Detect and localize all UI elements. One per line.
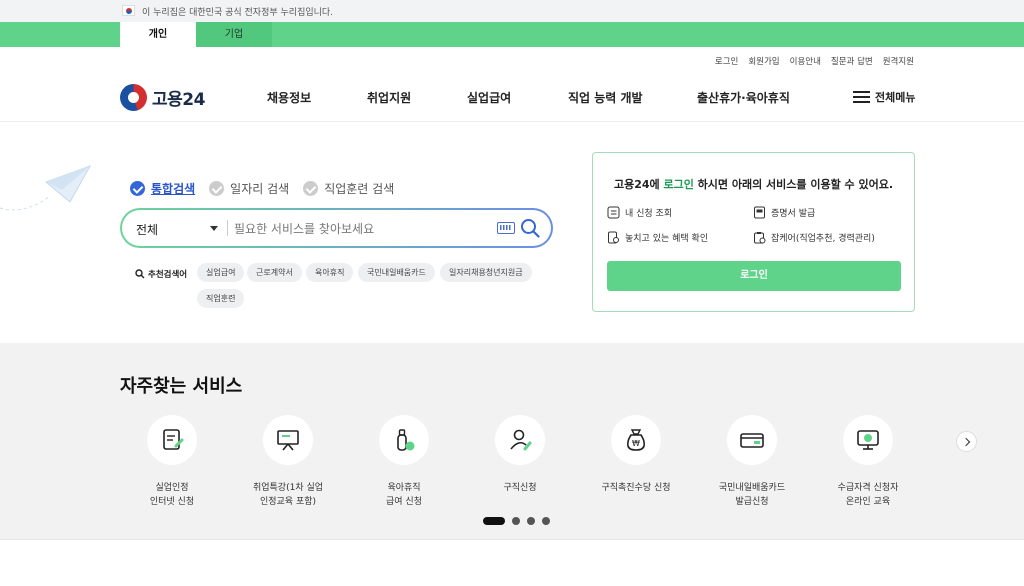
tab-integrated-search[interactable]: 통합검색 (130, 180, 195, 197)
benefit-check-link[interactable]: 놓치고 있는 혜택 확인 (607, 231, 708, 244)
keyword-chip[interactable]: 직업훈련 (197, 289, 245, 308)
paper-plane-icon (0, 165, 92, 211)
page-dot[interactable] (542, 517, 550, 525)
utility-links: 로그인 회원가입 이용안내 질문과 답변 원격지원 (715, 55, 914, 67)
logo-text: 고용24 (152, 90, 205, 110)
login-panel: 고용24에 로그인 하시면 아래의 서비스를 이용할 수 있어요. 내 신청 조… (592, 152, 915, 312)
certificate-icon (754, 206, 765, 219)
nav-jobs[interactable]: 채용정보 (267, 89, 311, 106)
hamburger-icon (853, 91, 870, 103)
keyword-chip[interactable]: 실업급여 (197, 263, 245, 282)
page-dot[interactable] (527, 517, 535, 525)
person-pen-icon (510, 429, 532, 451)
keyboard-icon[interactable] (497, 222, 515, 234)
clipboard-icon (754, 232, 766, 244)
nav-parental-leave[interactable]: 출산휴가·육아휴직 (697, 89, 790, 106)
nav-unemployment-benefit[interactable]: 실업급여 (467, 89, 511, 106)
tab-training-search[interactable]: 직업훈련 검색 (303, 180, 394, 197)
gov-banner-text: 이 누리집은 대한민국 공식 전자정부 누리집입니다. (142, 8, 334, 18)
search-type-tabs: 통합검색 일자리 검색 직업훈련 검색 (130, 180, 394, 197)
check-circle-icon (130, 181, 145, 196)
svg-text:₩: ₩ (632, 439, 640, 448)
qna-link[interactable]: 질문과 답변 (831, 55, 873, 67)
page-dot[interactable] (512, 517, 520, 525)
carousel-pagination (483, 517, 550, 525)
service-item[interactable]: 실업인정 인터넷 신청 (114, 415, 230, 509)
signup-link[interactable]: 회원가입 (748, 55, 779, 67)
recommend-label: 추천검색어 (135, 268, 187, 280)
search-input[interactable] (234, 218, 484, 240)
baby-bottle-icon (397, 429, 415, 451)
nav-vocational-training[interactable]: 직업 능력 개발 (568, 89, 643, 106)
search-icon[interactable] (520, 218, 540, 238)
korea-flag-icon (122, 5, 135, 16)
nav-employment-support[interactable]: 취업지원 (367, 89, 411, 106)
guide-link[interactable]: 이용안내 (790, 55, 821, 67)
login-link[interactable]: 로그인 (715, 55, 738, 67)
page-dot[interactable] (483, 517, 505, 525)
search-small-icon (135, 269, 145, 279)
presentation-board-icon (277, 430, 299, 451)
header-divider (0, 121, 1024, 122)
service-item[interactable]: 취업특강(1차 실업 인정교육 포함) (230, 415, 346, 509)
certificate-issue-link[interactable]: 증명서 발급 (753, 206, 815, 219)
audience-tabbar: 개인 기업 (0, 22, 1024, 47)
service-item[interactable]: ₩ 구직촉진수당 신청 (578, 415, 694, 495)
gov-banner: 이 누리집은 대한민국 공식 전자정부 누리집입니다. (0, 0, 1024, 22)
search-box: 전체 (120, 208, 553, 248)
section-title: 자주찾는 서비스 (120, 376, 243, 397)
monitor-play-icon (857, 430, 879, 450)
site-logo[interactable]: 고용24 (120, 84, 205, 111)
search-divider (227, 220, 228, 236)
caret-down-icon (210, 226, 218, 231)
my-applications-link[interactable]: 내 신청 조회 (607, 206, 672, 219)
service-item[interactable]: 국민내일배움카드 발급신청 (694, 415, 810, 509)
tab-job-search[interactable]: 일자리 검색 (209, 180, 289, 197)
check-circle-icon (303, 181, 319, 196)
document-pen-icon (163, 429, 184, 450)
jobcare-link[interactable]: 잡케어(직업추천, 경력관리) (753, 231, 875, 244)
section-divider (0, 539, 1024, 540)
money-bag-icon: ₩ (627, 429, 645, 451)
service-item[interactable]: 구직신청 (462, 415, 578, 495)
card-icon (740, 433, 764, 448)
all-menu-label: 전체메뉴 (875, 91, 916, 104)
check-circle-icon (209, 181, 225, 196)
login-message: 고용24에 로그인 하시면 아래의 서비스를 이용할 수 있어요. (613, 178, 894, 191)
service-item[interactable]: 육아휴직 급여 신청 (346, 415, 462, 509)
keyword-chip[interactable]: 근로계약서 (247, 263, 302, 282)
keyword-chip[interactable]: 일자리채용청년지원금 (440, 263, 532, 282)
service-item[interactable]: 수급자격 신청자 온라인 교육 (810, 415, 926, 509)
frequent-services-section: 자주찾는 서비스 실업인정 인터넷 신청 취업특강(1차 실업 인정교육 포함)… (0, 343, 1024, 539)
taegeuk-logo-icon (120, 84, 147, 111)
next-arrow-button[interactable] (956, 431, 977, 452)
document-search-icon (608, 231, 619, 244)
checklist-icon (607, 206, 620, 219)
keyword-chip[interactable]: 육아휴직 (306, 263, 354, 282)
tab-personal[interactable]: 개인 (120, 22, 196, 47)
tab-business[interactable]: 기업 (196, 22, 272, 47)
login-button[interactable]: 로그인 (607, 261, 901, 291)
remote-support-link[interactable]: 원격지원 (883, 55, 914, 67)
all-menu-button[interactable]: 전체메뉴 (853, 89, 915, 105)
keyword-chip[interactable]: 국민내일배움카드 (358, 263, 435, 282)
search-scope-select[interactable]: 전체 (136, 221, 218, 238)
